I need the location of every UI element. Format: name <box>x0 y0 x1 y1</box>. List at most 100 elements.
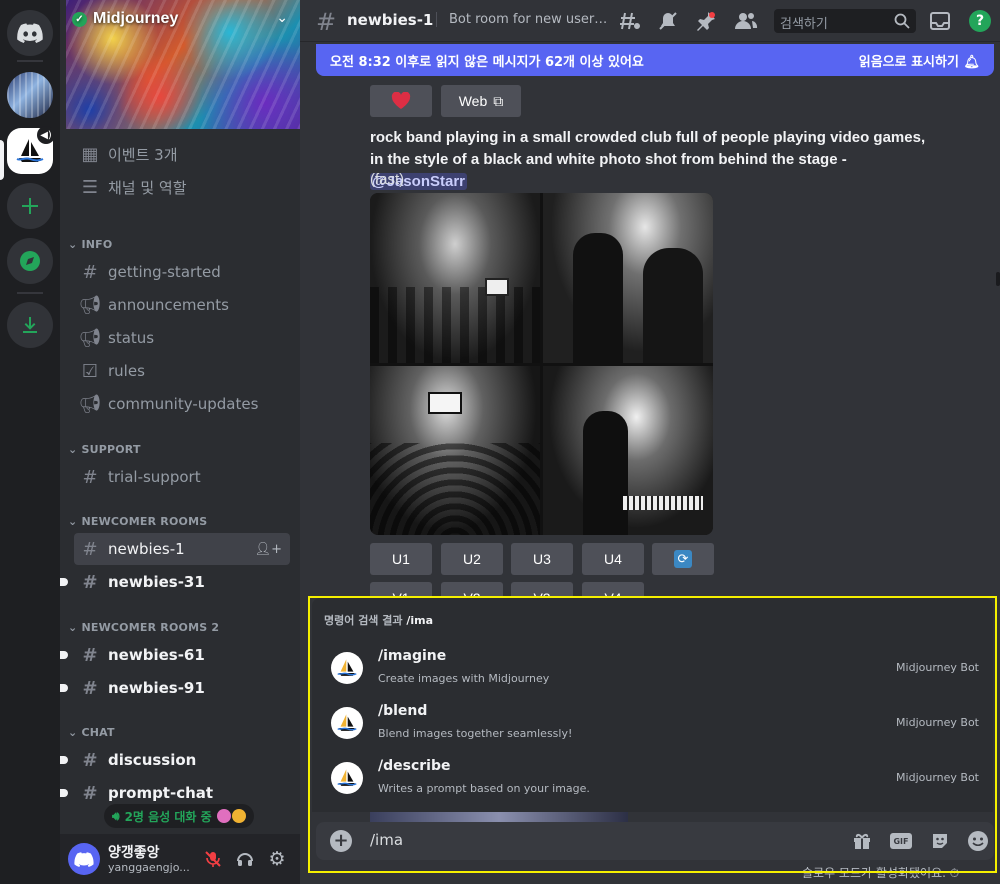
sidebar-item-newbies-31[interactable]: # newbies-31 <box>60 566 290 598</box>
sidebar-item-community-updates[interactable]: 📢︎ community-updates <box>74 388 290 420</box>
add-server-button[interactable] <box>7 183 53 229</box>
message-input[interactable]: /ima <box>370 831 403 849</box>
command-description: Writes a prompt based on your image. <box>378 782 590 795</box>
mark-read-label: 읽음으로 표시하기 <box>858 54 959 70</box>
mute-button[interactable] <box>202 848 224 870</box>
guitarist-silhouette <box>643 248 703 363</box>
channel-header: # newbies-1 Bot room for new users. T...… <box>300 0 1000 42</box>
hash-icon: # <box>82 538 98 560</box>
home-button[interactable] <box>7 10 53 56</box>
explore-servers-button[interactable] <box>7 238 53 284</box>
mark-read-button[interactable]: 읽음으로 표시하기 🔔︎ <box>859 51 980 70</box>
sidebar-item-discussion[interactable]: # discussion <box>60 744 290 776</box>
sidebar-item-newbies-61[interactable]: # newbies-61 <box>60 639 290 671</box>
sidebar-item-rules[interactable]: ☑ rules <box>74 355 290 387</box>
sidebar-item-trial-support[interactable]: # trial-support <box>74 461 290 493</box>
upscale-button-4[interactable]: U4 <box>582 543 644 575</box>
pin-icon <box>697 12 715 31</box>
bot-avatar <box>331 652 363 684</box>
command-option-imagine[interactable]: /imagine Create images with Midjourney M… <box>320 640 985 694</box>
category-chat[interactable]: ⌄ CHAT <box>68 726 115 739</box>
category-newcomer-rooms[interactable]: ⌄ NEWCOMER ROOMS <box>68 515 207 528</box>
reroll-button[interactable]: ⟳ <box>652 543 714 575</box>
channel-label: newbies-31 <box>108 573 205 591</box>
channel-browse-icon: ☰ <box>81 176 99 198</box>
button-label: U1 <box>392 551 410 567</box>
grid-image-2[interactable] <box>543 193 713 363</box>
category-newcomer-rooms-2[interactable]: ⌄ NEWCOMER ROOMS 2 <box>68 621 219 634</box>
grid-image-3[interactable] <box>370 366 540 535</box>
sidebar-item-status[interactable]: 📢︎ status <box>74 322 290 354</box>
member-list-button[interactable] <box>734 10 758 32</box>
events-link[interactable]: ▦ 이벤트 3개 <box>74 138 290 170</box>
gift-button[interactable] <box>850 829 874 853</box>
channel-topic[interactable]: Bot room for new users. T... <box>436 12 608 27</box>
help-button[interactable]: ? <box>968 10 992 32</box>
command-option-blend[interactable]: /blend Blend images together seamlessly!… <box>320 695 985 749</box>
mark-read-icon: 🔔︎ <box>963 54 980 70</box>
chevron-down-icon[interactable]: ⌄ <box>276 10 288 26</box>
threads-button[interactable] <box>618 10 642 32</box>
grid-image-4[interactable] <box>543 366 713 535</box>
search-placeholder: 검색하기 <box>780 17 828 32</box>
unread-indicator <box>60 684 68 692</box>
sidebar-item-newbies-91[interactable]: # newbies-91 <box>60 672 290 704</box>
server-icon-midjourney[interactable]: ◀) <box>7 126 55 174</box>
command-option-describe[interactable]: /describe Writes a prompt based on your … <box>320 750 985 804</box>
sidebar-item-getting-started[interactable]: # getting-started <box>74 256 290 288</box>
command-autocomplete: 명령어 검색 결과 /ima /imagine Create images wi… <box>312 598 993 812</box>
avatar[interactable] <box>68 843 100 875</box>
timer-icon: ⏱︎ <box>949 866 960 880</box>
upscale-button-1[interactable]: U1 <box>370 543 432 575</box>
avatar <box>216 809 231 823</box>
favorite-button[interactable] <box>370 85 432 117</box>
new-messages-bar[interactable]: 오전 8:32 이후로 읽지 않은 메시지가 62개 이상 있어요 읽음으로 표… <box>316 44 994 76</box>
upscale-button-3[interactable]: U3 <box>511 543 573 575</box>
server-name[interactable]: ✓ Midjourney <box>72 10 178 28</box>
search-input[interactable]: 검색하기 <box>774 9 916 33</box>
sidebar-item-newbies-1[interactable]: # newbies-1 👤︎+ <box>74 533 290 565</box>
server-title: Midjourney <box>93 10 179 27</box>
category-support[interactable]: ⌄ SUPPORT <box>68 443 141 456</box>
command-name: /imagine <box>378 648 447 664</box>
channels-roles-link[interactable]: ☰ 채널 및 역할 <box>74 171 290 203</box>
deafen-button[interactable] <box>234 848 256 870</box>
channel-label: status <box>108 329 155 347</box>
results-label: 명령어 검색 결과 <box>324 614 403 627</box>
message-composer[interactable]: + /ima GIF <box>316 822 994 860</box>
user-panel: 양갱좋앙 yanggaengjo... ⚙ <box>60 834 300 884</box>
upscale-button-2[interactable]: U2 <box>441 543 503 575</box>
grid-image-1[interactable] <box>370 193 540 363</box>
sidebar-item-announcements[interactable]: 📢︎ announcements <box>74 289 290 321</box>
category-label: CHAT <box>81 726 115 739</box>
inbox-button[interactable] <box>928 10 952 32</box>
command-name: /describe <box>378 758 451 774</box>
notification-settings-button[interactable] <box>656 10 680 32</box>
mic-muted-icon <box>205 851 221 867</box>
channel-sidebar: ✓ Midjourney ⌄ ▦ 이벤트 3개 ☰ 채널 및 역할 ⌄ INFO… <box>60 0 300 884</box>
image-grid[interactable] <box>370 193 713 535</box>
compass-icon <box>20 251 40 271</box>
server-icon-city[interactable] <box>7 72 53 118</box>
sticker-button[interactable] <box>928 829 952 853</box>
add-member-icon[interactable]: 👤︎+ <box>255 542 282 557</box>
guitarist-silhouette <box>573 233 623 363</box>
gif-button[interactable]: GIF <box>889 829 913 853</box>
attach-button[interactable]: + <box>330 830 352 852</box>
voice-activity-pill[interactable]: 🔊︎ 2명 음성 대화 중 <box>104 804 254 828</box>
user-settings-button[interactable]: ⚙ <box>266 848 288 870</box>
command-results-header: 명령어 검색 결과 /ima <box>324 612 433 628</box>
web-link-button[interactable]: Web ⧉ <box>441 85 521 117</box>
emoji-icon <box>968 831 988 851</box>
bot-avatar <box>331 762 363 794</box>
external-link-icon: ⧉ <box>493 92 504 109</box>
button-label: U3 <box>533 551 551 567</box>
command-source: Midjourney Bot <box>896 661 979 674</box>
pinned-messages-button[interactable] <box>694 10 718 32</box>
plus-icon <box>22 198 38 214</box>
category-info[interactable]: ⌄ INFO <box>68 238 112 251</box>
download-apps-button[interactable] <box>7 302 53 348</box>
headphones-icon <box>237 853 253 866</box>
emoji-button[interactable] <box>966 829 990 853</box>
scrollbar-thumb[interactable] <box>996 272 1000 286</box>
